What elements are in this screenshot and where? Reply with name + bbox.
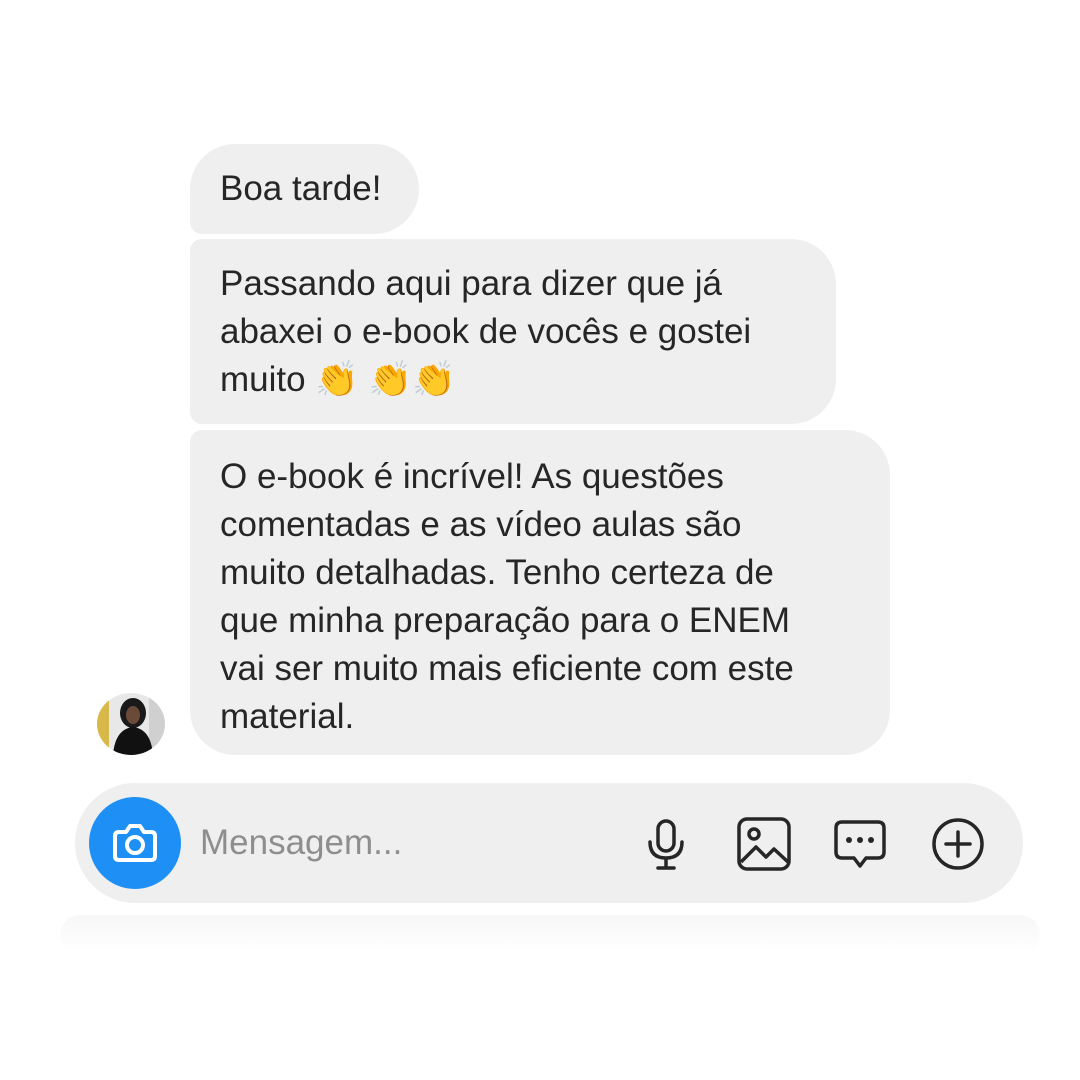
sticker-chat-icon <box>834 820 886 868</box>
sticker-button[interactable] <box>832 816 888 872</box>
sender-avatar[interactable] <box>97 693 165 755</box>
microphone-icon <box>648 819 684 870</box>
plus-circle-icon <box>932 818 984 870</box>
gallery-button[interactable] <box>736 816 792 872</box>
message-bubble[interactable]: O e-book é incrível! As questões comenta… <box>190 430 890 755</box>
camera-button[interactable] <box>89 797 181 889</box>
camera-icon <box>113 824 157 862</box>
message-bubble[interactable]: Boa tarde! <box>190 144 419 234</box>
microphone-button[interactable] <box>638 816 694 872</box>
message-bubble[interactable]: Passando aqui para dizer que já abaxei o… <box>190 239 836 424</box>
chat-screen: Boa tarde! Passando aqui para dizer que … <box>0 0 1080 1080</box>
avatar-photo <box>97 693 165 755</box>
image-icon <box>737 817 791 871</box>
composer-shadow <box>60 915 1040 955</box>
message-input[interactable] <box>200 821 600 865</box>
message-composer <box>75 783 1023 903</box>
more-button[interactable] <box>930 816 986 872</box>
